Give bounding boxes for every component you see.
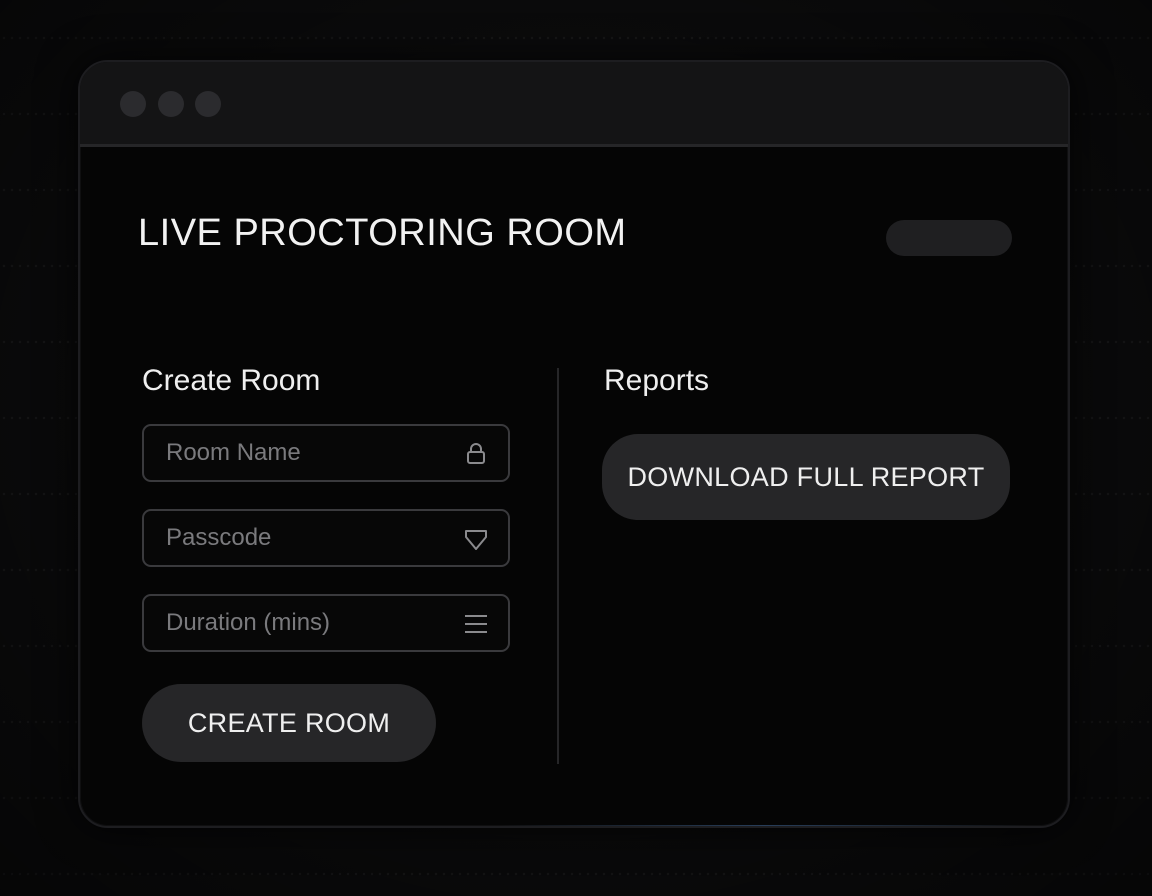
reports-heading: Reports	[604, 364, 710, 397]
create-room-button[interactable]: CREATE ROOM	[142, 684, 436, 762]
create-room-heading: Create Room	[142, 364, 321, 397]
column-divider	[557, 368, 559, 764]
app-window: LIVE PROCTORING ROOM Create Room CREATE …	[78, 60, 1070, 828]
room-name-input[interactable]	[164, 426, 448, 480]
passcode-field[interactable]	[142, 509, 510, 567]
duration-input[interactable]	[164, 596, 448, 650]
page-title: LIVE PROCTORING ROOM	[138, 212, 627, 254]
menu-icon	[465, 615, 487, 633]
download-report-button[interactable]: DOWNLOAD FULL REPORT	[602, 434, 1010, 520]
passcode-input[interactable]	[164, 511, 448, 565]
lock-icon	[467, 443, 485, 464]
window-titlebar	[80, 62, 1068, 147]
window-control-dot[interactable]	[158, 91, 184, 117]
header-pill-placeholder	[886, 220, 1012, 256]
duration-field[interactable]	[142, 594, 510, 652]
window-control-dot[interactable]	[195, 91, 221, 117]
window-control-dot[interactable]	[120, 91, 146, 117]
shield-icon	[465, 530, 487, 550]
room-name-field[interactable]	[142, 424, 510, 482]
